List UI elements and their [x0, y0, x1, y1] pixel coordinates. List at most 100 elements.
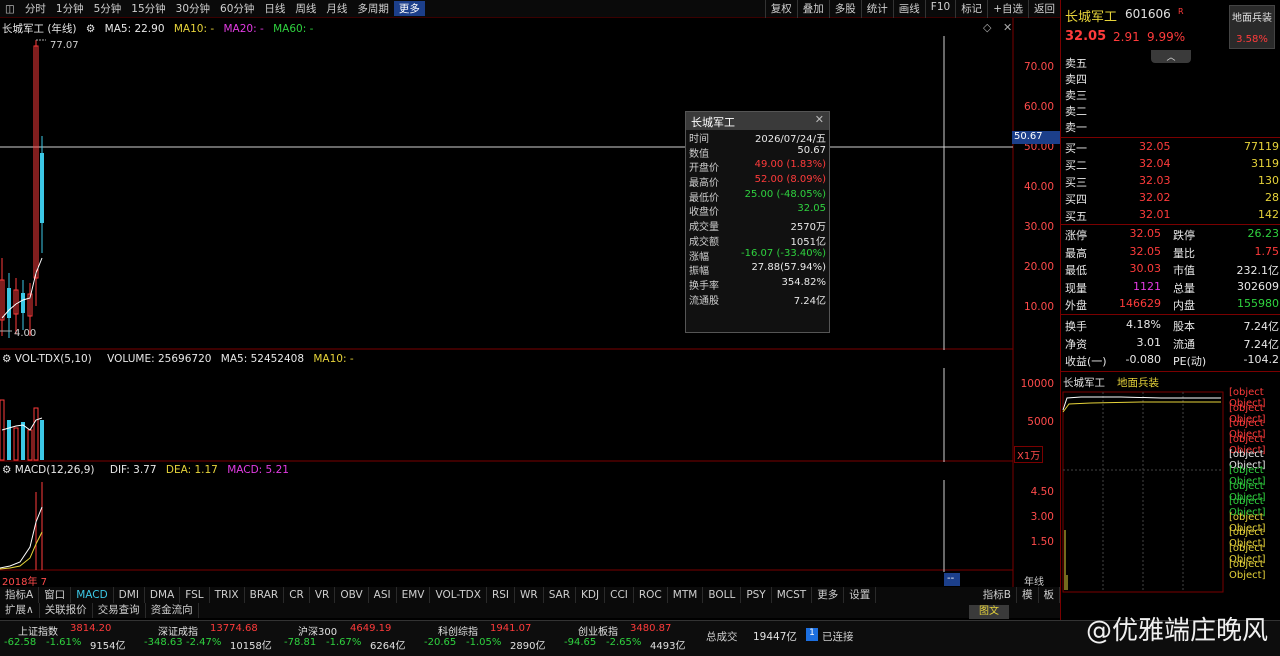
sell-level-row[interactable]: 卖四	[1065, 71, 1279, 88]
indicator-tab-2[interactable]: MACD	[71, 587, 114, 603]
bar-info-popup[interactable]: 长城军工 ✕ 时间 2026/07/24/五 数值 50.67 开盘价 49.00 (1.…	[685, 111, 830, 333]
buy-level-row[interactable]: 买二 32.04 3119	[1065, 157, 1279, 174]
indicator-tab-4[interactable]: DMA	[145, 587, 181, 603]
indicator-tab-10[interactable]: OBV	[335, 587, 369, 603]
indicator-right-tab-1[interactable]: 模	[1017, 587, 1039, 603]
popup-row: 成交量 2570万	[686, 218, 829, 233]
period-tab-1[interactable]: 1分钟	[51, 1, 89, 16]
high-price-label: 77.07	[50, 40, 79, 51]
period-tab-3[interactable]: 15分钟	[126, 1, 170, 16]
period-tab-4[interactable]: 30分钟	[171, 1, 215, 16]
tool-button-1[interactable]: 叠加	[796, 0, 829, 18]
mini-ytick: [object Object]	[1229, 558, 1266, 581]
sector-pct: 3.58%	[1236, 34, 1268, 45]
connection-status[interactable]: 已连接	[822, 629, 854, 644]
tool-button-3[interactable]: 统计	[860, 0, 893, 18]
indicator-right-tab-0[interactable]: 指标B	[978, 587, 1017, 603]
sell-level-row[interactable]: 卖一	[1065, 119, 1279, 136]
indicator-tab-1[interactable]: 窗口	[39, 587, 72, 603]
buy-level-row[interactable]: 买一 32.05 77119	[1065, 140, 1279, 157]
index-pct: -2.47%	[186, 637, 222, 648]
stat-label: 外盘	[1065, 299, 1087, 312]
period-tab-9[interactable]: 多周期	[352, 1, 394, 16]
indicator-tab-15[interactable]: WR	[515, 587, 544, 603]
popup-row: 开盘价 49.00 (1.83%)	[686, 159, 829, 174]
indicator-tab-9[interactable]: VR	[310, 587, 336, 603]
period-tab-5[interactable]: 60分钟	[215, 1, 259, 16]
buy-level-row[interactable]: 买四 32.02 28	[1065, 191, 1279, 208]
tool-button-6[interactable]: 标记	[955, 0, 987, 18]
indicator-tab-25[interactable]: 设置	[844, 587, 877, 603]
indicator-tab-0[interactable]: 指标A	[0, 587, 40, 603]
tool-button-4[interactable]: 画线	[892, 0, 925, 18]
tool-button-0[interactable]: 复权	[764, 0, 797, 18]
index-amount: 4493亿	[650, 641, 686, 652]
popup-key: 成交量	[689, 222, 719, 234]
tab-graphic[interactable]: 图文	[969, 605, 1009, 619]
sell-level-row[interactable]: 卖三	[1065, 87, 1279, 104]
kline-chart[interactable]	[0, 18, 1060, 350]
ytick-main: 60.00	[1023, 101, 1054, 113]
volume-chart[interactable]	[0, 350, 1060, 462]
indicator-tab-21[interactable]: BOLL	[703, 587, 742, 603]
ytick-macd: 3.00	[1030, 511, 1054, 523]
popup-value: 354.82%	[781, 276, 827, 288]
indicator-tab-20[interactable]: MTM	[668, 587, 704, 603]
tool-button-7[interactable]: +自选	[987, 0, 1028, 18]
tool-button-2[interactable]: 多股	[828, 0, 861, 18]
sell-level-label: 卖三	[1065, 89, 1087, 102]
sector-name: 地面兵装	[1232, 13, 1272, 24]
indicator-tab-11[interactable]: ASI	[369, 587, 397, 603]
index-change: -20.65	[424, 637, 457, 648]
indicator-tab-19[interactable]: ROC	[634, 587, 668, 603]
index-value: 13774.68	[210, 623, 258, 634]
indicator-tab-13[interactable]: VOL-TDX	[430, 587, 487, 603]
period-tab-0[interactable]: 分时	[20, 1, 51, 16]
sell-level-row[interactable]: 卖二	[1065, 103, 1279, 120]
close-icon[interactable]: ✕	[815, 113, 824, 126]
buy-level-price: 32.05	[1139, 140, 1171, 153]
indicator-right-tab-2[interactable]: 板	[1039, 587, 1060, 603]
period-tab-7[interactable]: 周线	[290, 1, 321, 16]
intraday-mini-chart[interactable]	[1061, 390, 1226, 600]
indicator-tab-8[interactable]: CR	[284, 587, 310, 603]
link-tab-1[interactable]: 关联报价	[40, 603, 93, 618]
sector-box[interactable]: 地面兵装 3.58%	[1229, 5, 1275, 49]
link-tab-2[interactable]: 交易查询	[93, 603, 146, 618]
period-tab-8[interactable]: 月线	[321, 1, 352, 16]
index-amount: 9154亿	[90, 641, 126, 652]
index-name: 创业板指	[578, 627, 618, 638]
period-tab-6[interactable]: 日线	[259, 1, 290, 16]
menu-icon[interactable]: ◫	[0, 3, 20, 15]
main-yaxis: 70.00 60.00 50.00 40.00 30.00 20.00 10.00	[1013, 18, 1060, 350]
link-tab-3[interactable]: 资金流向	[146, 603, 199, 618]
stat-label: 最低	[1065, 264, 1087, 277]
tool-button-8[interactable]: 返回	[1028, 0, 1060, 18]
ytick-main: 70.00	[1023, 61, 1054, 73]
popup-value: 27.88(57.94%)	[751, 262, 826, 274]
indicator-tab-17[interactable]: KDJ	[576, 587, 606, 603]
indicator-tab-12[interactable]: EMV	[397, 587, 431, 603]
indicator-tab-23[interactable]: MCST	[772, 587, 813, 603]
indicator-tab-5[interactable]: FSL	[180, 587, 210, 603]
link-tab-0[interactable]: 扩展∧	[0, 603, 40, 618]
indicator-tab-18[interactable]: CCI	[605, 587, 634, 603]
indicator-tab-16[interactable]: SAR	[544, 587, 577, 603]
sell-level-label: 卖五	[1065, 57, 1087, 70]
indicator-tab-7[interactable]: BRAR	[245, 587, 285, 603]
buy-level-row[interactable]: 买五 32.01 142	[1065, 208, 1279, 225]
sell-level-row[interactable]: 卖五	[1065, 55, 1279, 72]
tool-button-5[interactable]: F10	[924, 0, 955, 18]
popup-row: 数值 50.67	[686, 145, 829, 160]
period-tab-10[interactable]: 更多	[393, 1, 425, 16]
indicator-tab-6[interactable]: TRIX	[210, 587, 245, 603]
indicator-tab-3[interactable]: DMI	[114, 587, 145, 603]
ytick-macd: 4.50	[1030, 486, 1054, 498]
macd-chart[interactable]	[0, 462, 1060, 587]
indicator-tab-14[interactable]: RSI	[487, 587, 515, 603]
buy-level-row[interactable]: 买三 32.03 130	[1065, 174, 1279, 191]
period-tab-2[interactable]: 5分钟	[89, 1, 127, 16]
indicator-tab-24[interactable]: 更多	[812, 587, 845, 603]
indicator-tab-22[interactable]: PSY	[741, 587, 772, 603]
stat-value: 4.18%	[1126, 318, 1161, 331]
